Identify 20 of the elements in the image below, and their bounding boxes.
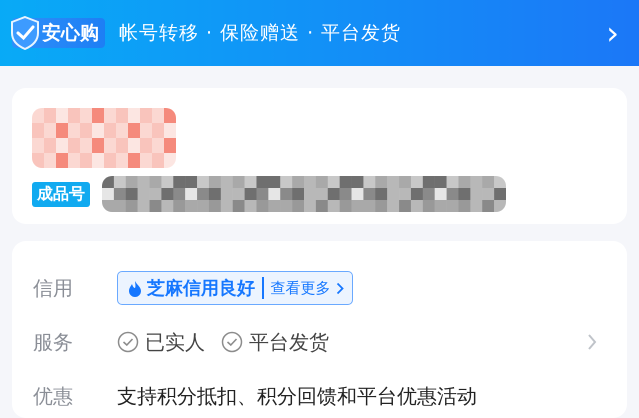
chevron-icon [336, 282, 344, 294]
view-more-link[interactable]: 查看更多 [270, 278, 330, 298]
service-label: 平台发货 [249, 328, 329, 356]
service-label: 已实人 [145, 328, 205, 356]
chevron-icon[interactable] [587, 333, 597, 351]
check-circle-icon [221, 331, 243, 353]
badge-label: 安心购 [42, 21, 99, 46]
chevron-icon: › [606, 17, 619, 49]
row-label: 信用 [33, 274, 74, 302]
row-label: 服务 [33, 328, 74, 356]
flame-icon [128, 280, 142, 296]
credit-status: 芝麻信用良好 [147, 277, 255, 300]
product-tag: 成品号 [32, 182, 90, 206]
check-circle-icon [117, 331, 139, 353]
credit-badge[interactable]: 芝麻信用良好 查看更多 [117, 271, 352, 305]
shield-check-icon [10, 16, 40, 50]
banner[interactable]: 安心购 帐号转移 · 保险赠送 · 平台发货 › [0, 0, 639, 66]
banner-text: 帐号转移 · 保险赠送 · 平台发货 [119, 21, 402, 46]
promo-text: 支持积分抵扣、积分回馈和平台优惠活动 [117, 382, 477, 410]
row-label: 优惠 [33, 382, 74, 410]
